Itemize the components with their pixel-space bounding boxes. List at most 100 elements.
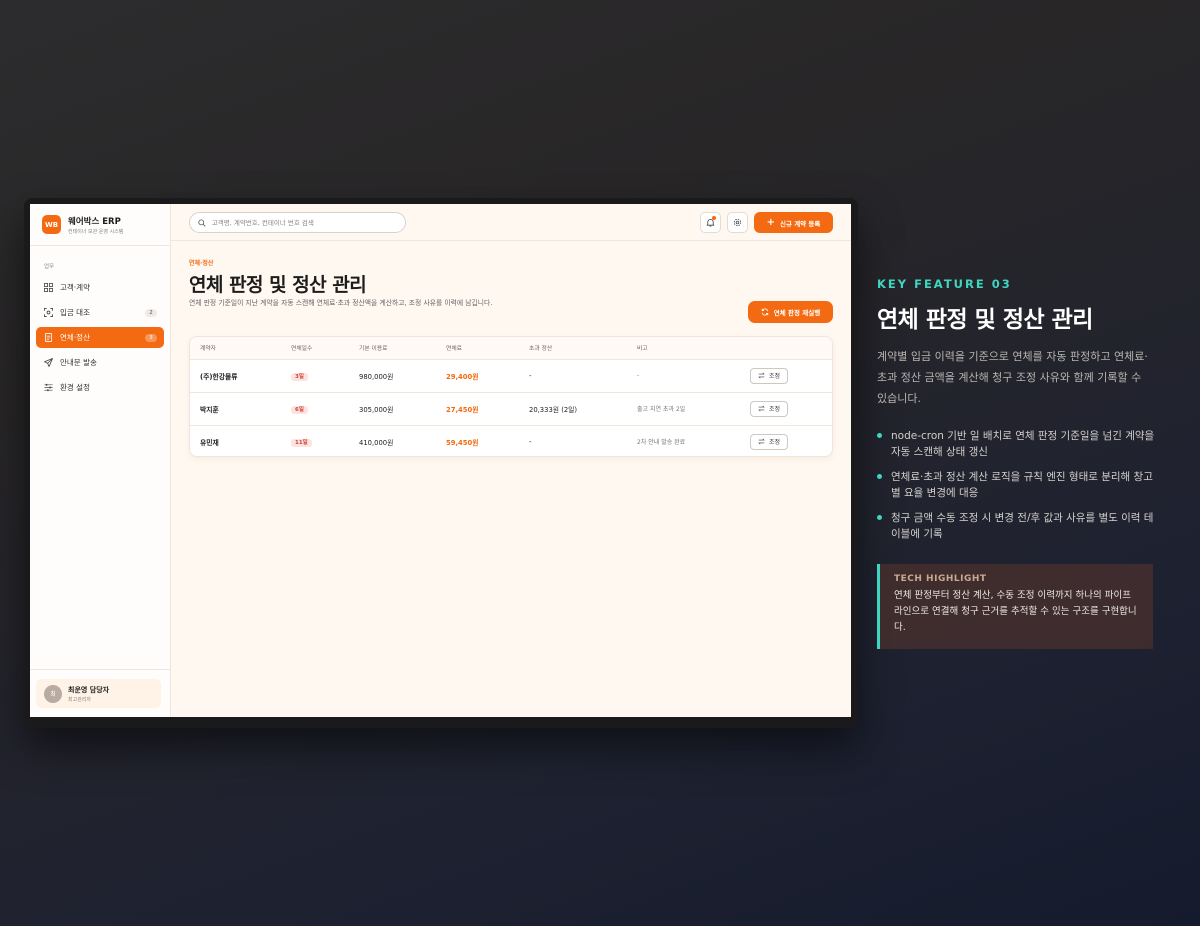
bullet-text: 청구 금액 수동 조정 시 변경 전/후 값과 사유를 별도 이력 테이블에 기… bbox=[891, 512, 1154, 540]
sidebar: WB 웨어박스 ERP 컨테이너 보관 운영 시스템 업무 고객·계약 입금 대… bbox=[30, 204, 171, 717]
cell-days: 11일 bbox=[281, 425, 349, 456]
search-input[interactable] bbox=[211, 218, 397, 227]
brand: WB 웨어박스 ERP 컨테이너 보관 운영 시스템 bbox=[30, 204, 170, 246]
page-title: 연체 판정 및 정산 관리 bbox=[189, 274, 367, 296]
user-role: 최고관리자 bbox=[68, 696, 92, 703]
gear-icon bbox=[733, 218, 742, 227]
app-name: 웨어박스 ERP bbox=[68, 216, 121, 227]
cell-action: 조정 bbox=[740, 359, 832, 393]
app-subtitle: 컨테이너 보관 운영 시스템 bbox=[68, 228, 124, 235]
sliders-icon bbox=[44, 383, 53, 392]
search-box[interactable] bbox=[189, 212, 406, 233]
count-badge: 3 bbox=[145, 333, 157, 342]
sidebar-item-label: 입금 대조 bbox=[60, 308, 90, 317]
overdue-days-badge: 3일 bbox=[291, 372, 308, 381]
column-header: 연체료 bbox=[436, 337, 519, 360]
sidebar-item-notices[interactable]: 안내문 발송 bbox=[36, 352, 164, 373]
cell-excess: - bbox=[519, 359, 627, 393]
plus-icon: + bbox=[766, 216, 775, 228]
cell-action: 조정 bbox=[740, 392, 832, 426]
tech-highlight: TECH HIGHLIGHT 연체 판정부터 정산 계산, 수동 조정 이력까지… bbox=[877, 564, 1153, 649]
feature-bullets: node-cron 기반 일 배치로 연체 판정 기준일을 넘긴 계약을 자동 … bbox=[877, 428, 1157, 551]
list-item: node-cron 기반 일 배치로 연체 판정 기준일을 넘긴 계약을 자동 … bbox=[877, 428, 1157, 460]
sidebar-item-payments[interactable]: 입금 대조 2 bbox=[36, 302, 164, 323]
column-header: 비고 bbox=[627, 337, 740, 360]
column-header: 초과 정산 bbox=[519, 337, 627, 360]
grid-icon bbox=[44, 283, 53, 292]
cell-base-fee: 410,000원 bbox=[359, 438, 394, 447]
cell-contractor: 박지훈 bbox=[190, 392, 281, 426]
cell-contractor: (주)한강물류 bbox=[190, 359, 281, 393]
column-header: 계약자 bbox=[190, 337, 281, 360]
cell-note: - bbox=[627, 359, 740, 393]
overdue-table-card: 계약자 연체일수 기본 이용료 연체료 초과 정산 비고 (주)한강물류 3일 … bbox=[189, 336, 833, 457]
table-header-row: 계약자 연체일수 기본 이용료 연체료 초과 정산 비고 bbox=[190, 337, 832, 360]
list-item: 청구 금액 수동 조정 시 변경 전/후 값과 사유를 별도 이력 테이블에 기… bbox=[877, 510, 1157, 542]
new-contract-button[interactable]: + 신규 계약 등록 bbox=[754, 212, 833, 233]
cell-days: 3일 bbox=[281, 359, 349, 393]
sidebar-item-customers[interactable]: 고객·계약 bbox=[36, 277, 164, 298]
table-row[interactable]: (주)한강물류 3일 980,000원 29,400원 - - 조정 bbox=[190, 359, 832, 393]
cell-action: 조정 bbox=[740, 425, 832, 456]
rerun-label: 연체 판정 재실행 bbox=[773, 309, 821, 317]
swap-icon bbox=[758, 438, 765, 445]
sidebar-item-label: 환경 설정 bbox=[60, 383, 90, 392]
avatar: 최 bbox=[44, 684, 62, 703]
swap-icon bbox=[758, 405, 765, 412]
feature-tag: KEY FEATURE 03 bbox=[877, 277, 1012, 291]
main-content: + 신규 계약 등록 연체·정산 연체 판정 및 정산 관리 연체 판정 기준일… bbox=[171, 204, 851, 717]
scan-icon bbox=[44, 308, 53, 317]
bullet-text: node-cron 기반 일 배치로 연체 판정 기준일을 넘긴 계약을 자동 … bbox=[891, 430, 1155, 458]
notification-button[interactable] bbox=[700, 212, 721, 233]
feature-title: 연체 판정 및 정산 관리 bbox=[877, 307, 1093, 333]
notification-dot bbox=[712, 216, 716, 220]
cell-contractor: 유민재 bbox=[200, 438, 219, 447]
sidebar-item-overdue[interactable]: 연체·정산 3 bbox=[36, 327, 164, 348]
sidebar-item-label: 연체·정산 bbox=[60, 333, 90, 342]
bullet-dot bbox=[877, 474, 882, 479]
highlight-text: 연체 판정부터 정산 계산, 수동 조정 이력까지 하나의 파이프라인으로 연결… bbox=[894, 590, 1137, 633]
settings-button[interactable] bbox=[727, 212, 748, 233]
bullet-dot bbox=[877, 515, 882, 520]
brand-logo[interactable]: WB bbox=[42, 215, 61, 234]
column-header bbox=[740, 337, 832, 360]
column-header: 연체일수 bbox=[281, 337, 349, 360]
search-icon bbox=[198, 218, 206, 227]
cell-excess: - bbox=[529, 437, 532, 446]
cell-base-fee: 980,000원 bbox=[349, 359, 436, 393]
bullet-dot bbox=[877, 433, 882, 438]
adjust-button[interactable]: 조정 bbox=[750, 400, 788, 417]
nav-section-label: 업무 bbox=[44, 264, 55, 270]
new-contract-label: 신규 계약 등록 bbox=[779, 219, 821, 228]
sidebar-item-settings[interactable]: 환경 설정 bbox=[36, 377, 164, 398]
cell-late-fee: 59,450원 bbox=[446, 438, 479, 447]
user-profile[interactable]: 최 최운영 담당자 최고관리자 bbox=[36, 679, 161, 708]
cell-base-fee: 305,000원 bbox=[349, 392, 436, 426]
topbar: + 신규 계약 등록 bbox=[171, 204, 851, 241]
adjust-button[interactable]: 조정 bbox=[750, 367, 788, 384]
adjust-label: 조정 bbox=[768, 406, 781, 413]
breadcrumb: 연체·정산 bbox=[189, 260, 214, 267]
page-description: 연체 판정 기준일이 지난 계약을 자동 스캔해 연체료·초과 정산액을 계산하… bbox=[189, 299, 493, 307]
bullet-text: 연체료·초과 정산 계산 로직을 규칙 엔진 형태로 분리해 창고별 요율 변경… bbox=[891, 471, 1153, 499]
sidebar-item-label: 고객·계약 bbox=[60, 283, 90, 292]
column-header: 기본 이용료 bbox=[349, 337, 436, 360]
overdue-days-badge: 11일 bbox=[291, 438, 312, 447]
adjust-button[interactable]: 조정 bbox=[750, 433, 788, 450]
user-name: 최운영 담당자 bbox=[68, 685, 110, 694]
adjust-label: 조정 bbox=[768, 373, 781, 380]
table-row[interactable]: 유민재 11일 410,000원 59,450원 - 2차 안내 발송 완료 조… bbox=[190, 425, 832, 456]
document-icon bbox=[44, 333, 53, 342]
cell-late-fee: 27,450원 bbox=[436, 392, 519, 426]
sidebar-item-label: 안내문 발송 bbox=[60, 358, 97, 367]
rerun-judgement-button[interactable]: 연체 판정 재실행 bbox=[748, 301, 833, 323]
table-row[interactable]: 박지훈 6일 305,000원 27,450원 20,333원 (2일) 출고 … bbox=[190, 392, 832, 426]
cell-excess: 20,333원 (2일) bbox=[519, 392, 627, 426]
cell-late-fee: 29,400원 bbox=[436, 359, 519, 393]
highlight-title: TECH HIGHLIGHT bbox=[894, 574, 987, 584]
feature-description: 계약별 입금 이력을 기준으로 연체를 자동 판정하고 연체료·초과 정산 금액… bbox=[877, 350, 1148, 405]
cell-days: 6일 bbox=[281, 392, 349, 426]
cell-note: 2차 안내 발송 완료 bbox=[637, 439, 686, 447]
count-badge: 2 bbox=[145, 308, 157, 317]
cell-note: 출고 지연 초과 2일 bbox=[627, 392, 740, 426]
